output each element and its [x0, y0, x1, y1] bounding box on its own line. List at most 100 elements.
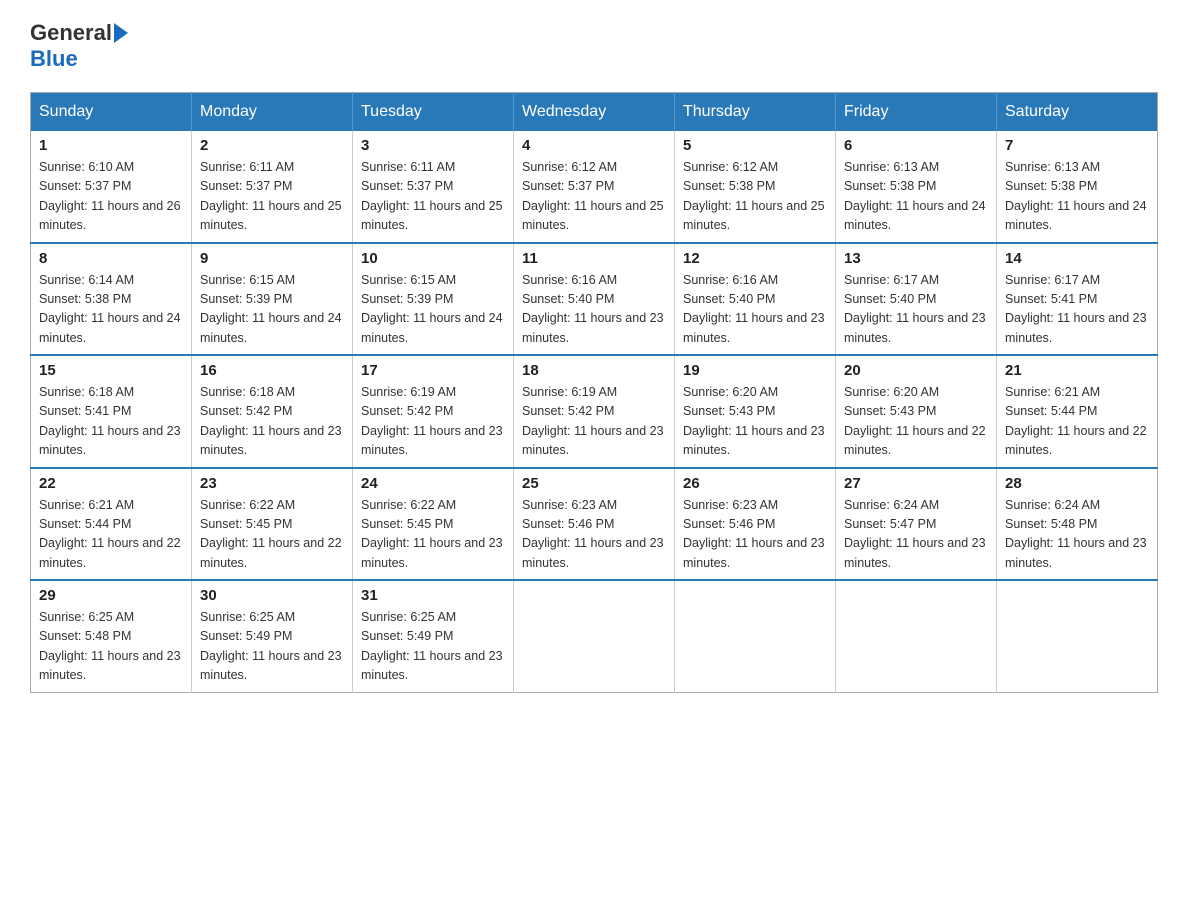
day-number: 23 — [200, 475, 344, 492]
day-number: 21 — [1005, 362, 1149, 379]
calendar-cell: 11 Sunrise: 6:16 AMSunset: 5:40 PMDayligh… — [514, 243, 675, 356]
day-number: 24 — [361, 475, 505, 492]
day-info: Sunrise: 6:16 AMSunset: 5:40 PMDaylight:… — [683, 271, 827, 349]
day-info: Sunrise: 6:24 AMSunset: 5:47 PMDaylight:… — [844, 496, 988, 574]
calendar-week-row: 8 Sunrise: 6:14 AMSunset: 5:38 PMDaylight… — [31, 243, 1158, 356]
day-number: 13 — [844, 250, 988, 267]
day-info: Sunrise: 6:12 AMSunset: 5:38 PMDaylight:… — [683, 158, 827, 236]
day-number: 3 — [361, 137, 505, 154]
calendar-cell: 23Sunrise: 6:22 AMSunset: 5:45 PMDayligh… — [192, 468, 353, 581]
calendar-cell — [514, 580, 675, 692]
day-info: Sunrise: 6:21 AMSunset: 5:44 PMDaylight:… — [1005, 383, 1149, 461]
day-info: Sunrise: 6:13 AMSunset: 5:38 PMDaylight:… — [844, 158, 988, 236]
day-info: Sunrise: 6:25 AMSunset: 5:48 PMDaylight:… — [39, 608, 183, 686]
calendar-cell: 1Sunrise: 6:10 AMSunset: 5:37 PMDaylight… — [31, 131, 192, 243]
day-info: Sunrise: 6:25 AMSunset: 5:49 PMDaylight:… — [361, 608, 505, 686]
calendar-cell — [836, 580, 997, 692]
logo-general-text: General — [30, 20, 112, 46]
day-number: 28 — [1005, 475, 1149, 492]
calendar-cell: 21 Sunrise: 6:21 AMSunset: 5:44 PMDayligh… — [997, 355, 1158, 468]
day-number: 26 — [683, 475, 827, 492]
calendar-cell: 2 Sunrise: 6:11 AMSunset: 5:37 PMDaylight… — [192, 131, 353, 243]
calendar-cell: 17 Sunrise: 6:19 AMSunset: 5:42 PMDayligh… — [353, 355, 514, 468]
calendar-cell: 25 Sunrise: 6:23 AMSunset: 5:46 PMDayligh… — [514, 468, 675, 581]
day-info: Sunrise: 6:20 AMSunset: 5:43 PMDaylight:… — [683, 383, 827, 461]
calendar-cell — [997, 580, 1158, 692]
calendar-cell: 28 Sunrise: 6:24 AMSunset: 5:48 PMDayligh… — [997, 468, 1158, 581]
calendar-cell: 6 Sunrise: 6:13 AMSunset: 5:38 PMDaylight… — [836, 131, 997, 243]
calendar-cell: 12Sunrise: 6:16 AMSunset: 5:40 PMDayligh… — [675, 243, 836, 356]
day-number: 7 — [1005, 137, 1149, 154]
day-info: Sunrise: 6:22 AMSunset: 5:45 PMDaylight:… — [361, 496, 505, 574]
calendar-cell: 19Sunrise: 6:20 AMSunset: 5:43 PMDayligh… — [675, 355, 836, 468]
calendar-week-row: 1Sunrise: 6:10 AMSunset: 5:37 PMDaylight… — [31, 131, 1158, 243]
calendar-cell: 13 Sunrise: 6:17 AMSunset: 5:40 PMDayligh… — [836, 243, 997, 356]
calendar-header-wednesday: Wednesday — [514, 93, 675, 132]
calendar-week-row: 15 Sunrise: 6:18 AMSunset: 5:41 PMDayligh… — [31, 355, 1158, 468]
day-number: 2 — [200, 137, 344, 154]
calendar-cell: 7 Sunrise: 6:13 AMSunset: 5:38 PMDaylight… — [997, 131, 1158, 243]
calendar-cell: 18Sunrise: 6:19 AMSunset: 5:42 PMDayligh… — [514, 355, 675, 468]
calendar-cell: 10Sunrise: 6:15 AMSunset: 5:39 PMDayligh… — [353, 243, 514, 356]
day-info: Sunrise: 6:24 AMSunset: 5:48 PMDaylight:… — [1005, 496, 1149, 574]
calendar-cell: 31 Sunrise: 6:25 AMSunset: 5:49 PMDayligh… — [353, 580, 514, 692]
day-number: 15 — [39, 362, 183, 379]
day-info: Sunrise: 6:12 AMSunset: 5:37 PMDaylight:… — [522, 158, 666, 236]
calendar-cell: 30 Sunrise: 6:25 AMSunset: 5:49 PMDayligh… — [192, 580, 353, 692]
calendar-header-monday: Monday — [192, 93, 353, 132]
logo-blue-text: Blue — [30, 46, 78, 71]
day-number: 14 — [1005, 250, 1149, 267]
calendar-cell: 27 Sunrise: 6:24 AMSunset: 5:47 PMDayligh… — [836, 468, 997, 581]
day-number: 5 — [683, 137, 827, 154]
day-number: 25 — [522, 475, 666, 492]
day-info: Sunrise: 6:19 AMSunset: 5:42 PMDaylight:… — [361, 383, 505, 461]
day-number: 4 — [522, 137, 666, 154]
day-info: Sunrise: 6:14 AMSunset: 5:38 PMDaylight:… — [39, 271, 183, 349]
day-info: Sunrise: 6:17 AMSunset: 5:41 PMDaylight:… — [1005, 271, 1149, 349]
calendar-week-row: 29 Sunrise: 6:25 AMSunset: 5:48 PMDayligh… — [31, 580, 1158, 692]
calendar-cell: 15 Sunrise: 6:18 AMSunset: 5:41 PMDayligh… — [31, 355, 192, 468]
calendar-cell: 8 Sunrise: 6:14 AMSunset: 5:38 PMDaylight… — [31, 243, 192, 356]
day-info: Sunrise: 6:11 AMSunset: 5:37 PMDaylight:… — [200, 158, 344, 236]
calendar-cell: 16Sunrise: 6:18 AMSunset: 5:42 PMDayligh… — [192, 355, 353, 468]
calendar-cell: 29 Sunrise: 6:25 AMSunset: 5:48 PMDayligh… — [31, 580, 192, 692]
logo: General Blue — [30, 20, 130, 72]
day-info: Sunrise: 6:23 AMSunset: 5:46 PMDaylight:… — [683, 496, 827, 574]
page-header: General Blue — [30, 20, 1158, 72]
calendar-cell: 20 Sunrise: 6:20 AMSunset: 5:43 PMDayligh… — [836, 355, 997, 468]
day-info: Sunrise: 6:18 AMSunset: 5:41 PMDaylight:… — [39, 383, 183, 461]
calendar-cell: 14 Sunrise: 6:17 AMSunset: 5:41 PMDayligh… — [997, 243, 1158, 356]
day-info: Sunrise: 6:25 AMSunset: 5:49 PMDaylight:… — [200, 608, 344, 686]
day-number: 6 — [844, 137, 988, 154]
day-number: 31 — [361, 587, 505, 604]
day-number: 18 — [522, 362, 666, 379]
calendar-cell: 22Sunrise: 6:21 AMSunset: 5:44 PMDayligh… — [31, 468, 192, 581]
day-number: 20 — [844, 362, 988, 379]
day-number: 1 — [39, 137, 183, 154]
day-number: 30 — [200, 587, 344, 604]
day-info: Sunrise: 6:13 AMSunset: 5:38 PMDaylight:… — [1005, 158, 1149, 236]
day-number: 17 — [361, 362, 505, 379]
day-number: 11 — [522, 250, 666, 267]
calendar-week-row: 22Sunrise: 6:21 AMSunset: 5:44 PMDayligh… — [31, 468, 1158, 581]
day-info: Sunrise: 6:15 AMSunset: 5:39 PMDaylight:… — [361, 271, 505, 349]
day-number: 16 — [200, 362, 344, 379]
day-info: Sunrise: 6:15 AMSunset: 5:39 PMDaylight:… — [200, 271, 344, 349]
day-number: 27 — [844, 475, 988, 492]
day-info: Sunrise: 6:11 AMSunset: 5:37 PMDaylight:… — [361, 158, 505, 236]
day-info: Sunrise: 6:23 AMSunset: 5:46 PMDaylight:… — [522, 496, 666, 574]
calendar-cell: 24 Sunrise: 6:22 AMSunset: 5:45 PMDayligh… — [353, 468, 514, 581]
calendar-header-saturday: Saturday — [997, 93, 1158, 132]
calendar-header-thursday: Thursday — [675, 93, 836, 132]
day-number: 8 — [39, 250, 183, 267]
calendar-header-tuesday: Tuesday — [353, 93, 514, 132]
day-info: Sunrise: 6:17 AMSunset: 5:40 PMDaylight:… — [844, 271, 988, 349]
calendar-header-friday: Friday — [836, 93, 997, 132]
calendar-cell: 4 Sunrise: 6:12 AMSunset: 5:37 PMDaylight… — [514, 131, 675, 243]
day-number: 29 — [39, 587, 183, 604]
calendar-cell: 5 Sunrise: 6:12 AMSunset: 5:38 PMDaylight… — [675, 131, 836, 243]
day-info: Sunrise: 6:16 AMSunset: 5:40 PMDaylight:… — [522, 271, 666, 349]
calendar-cell: 26 Sunrise: 6:23 AMSunset: 5:46 PMDayligh… — [675, 468, 836, 581]
day-info: Sunrise: 6:20 AMSunset: 5:43 PMDaylight:… — [844, 383, 988, 461]
day-number: 22 — [39, 475, 183, 492]
